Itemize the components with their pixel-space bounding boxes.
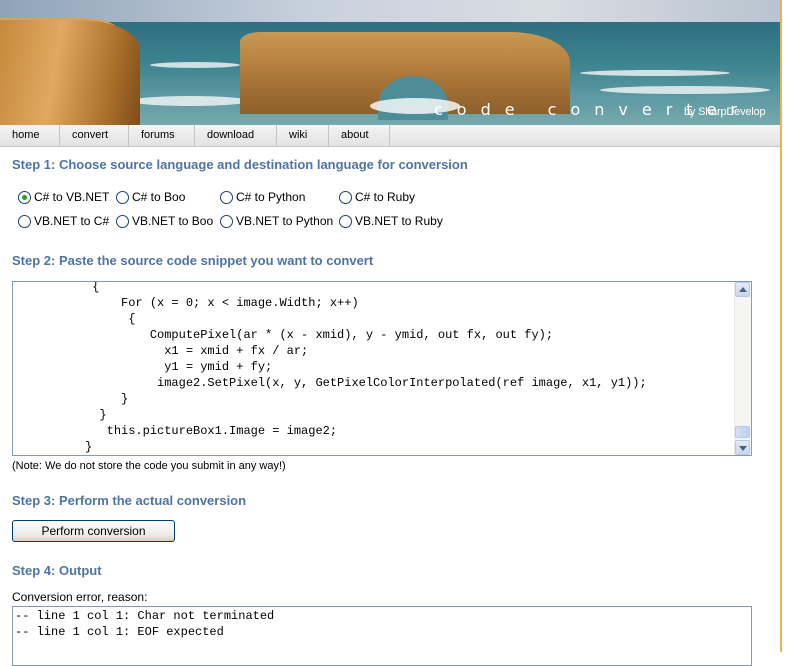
radio-label: VB.NET to C# — [34, 214, 110, 228]
code-line: this.pictureBox1.Image = image2; — [13, 424, 338, 438]
output-line: -- line 1 col 1: EOF expected — [15, 625, 224, 639]
step2-heading: Step 2: Paste the source code snippet yo… — [12, 253, 374, 268]
radio-circle[interactable] — [18, 191, 31, 204]
output-line: -- line 1 col 1: Char not terminated — [15, 609, 275, 623]
page-border-rule — [780, 0, 782, 652]
arrow-up-icon — [739, 287, 747, 292]
radio-circle[interactable] — [116, 215, 129, 228]
code-line: } — [13, 440, 93, 454]
scroll-down-button[interactable] — [735, 440, 750, 455]
radio-circle[interactable] — [220, 215, 233, 228]
code-line: y1 = ymid + fy; — [13, 360, 273, 374]
step4-heading: Step 4: Output — [12, 563, 102, 578]
radio-label: VB.NET to Boo — [132, 214, 214, 228]
radio-label: VB.NET to Ruby — [355, 214, 443, 228]
radio-circle[interactable] — [339, 215, 352, 228]
scroll-thumb[interactable] — [735, 426, 750, 438]
banner-subtitle: by SharpDevelop — [684, 106, 766, 118]
code-line: image2.SetPixel(x, y, GetPixelColorInter… — [13, 376, 647, 390]
page: code converter by SharpDevelop home conv… — [0, 0, 780, 666]
radio-label: C# to Ruby — [355, 190, 416, 204]
radio-circle[interactable] — [116, 191, 129, 204]
step3-heading: Step 3: Perform the actual conversion — [12, 493, 247, 508]
code-line: x1 = xmid + fx / ar; — [13, 344, 309, 358]
arrow-down-icon — [739, 446, 747, 451]
code-line: { — [13, 281, 100, 294]
output-textarea[interactable]: -- line 1 col 1: Char not terminated -- … — [12, 606, 752, 666]
nav-item-wiki[interactable]: wiki — [277, 125, 329, 146]
perform-conversion-button[interactable]: Perform conversion — [12, 520, 175, 542]
code-lines: { For (x = 0; x < image.Width; x++) { Co… — [13, 281, 737, 455]
radio-selected-dot — [22, 195, 27, 200]
nav-item-about[interactable]: about — [329, 125, 390, 146]
banner-image: code converter by SharpDevelop — [0, 0, 780, 125]
nav-item-forums[interactable]: forums — [129, 125, 195, 146]
radio-circle[interactable] — [339, 191, 352, 204]
scroll-up-button[interactable] — [735, 282, 750, 297]
step1-heading: Step 1: Choose source language and desti… — [12, 157, 468, 172]
privacy-note: (Note: We do not store the code you subm… — [12, 460, 286, 472]
code-line: } — [13, 392, 129, 406]
radio-circle[interactable] — [220, 191, 233, 204]
nav-item-download[interactable]: download — [195, 125, 277, 146]
code-line: ComputePixel(ar * (x - xmid), y - ymid, … — [13, 328, 554, 342]
nav-item-convert[interactable]: convert — [60, 125, 129, 146]
radio-circle[interactable] — [18, 215, 31, 228]
code-line: { — [13, 312, 136, 326]
nav-bar: home convert forums download wiki about — [0, 125, 780, 147]
code-line: For (x = 0; x < image.Width; x++) — [13, 296, 359, 310]
radio-label: C# to Boo — [132, 190, 186, 204]
nav-item-home[interactable]: home — [0, 125, 60, 146]
code-scrollbar[interactable] — [734, 282, 751, 455]
radio-label: C# to VB.NET — [34, 190, 110, 204]
code-line: } — [13, 408, 107, 422]
source-code-textarea[interactable]: { For (x = 0; x < image.Width; x++) { Co… — [12, 281, 752, 456]
output-status-label: Conversion error, reason: — [12, 590, 148, 604]
radio-label: C# to Python — [236, 190, 306, 204]
radio-label: VB.NET to Python — [236, 214, 334, 228]
